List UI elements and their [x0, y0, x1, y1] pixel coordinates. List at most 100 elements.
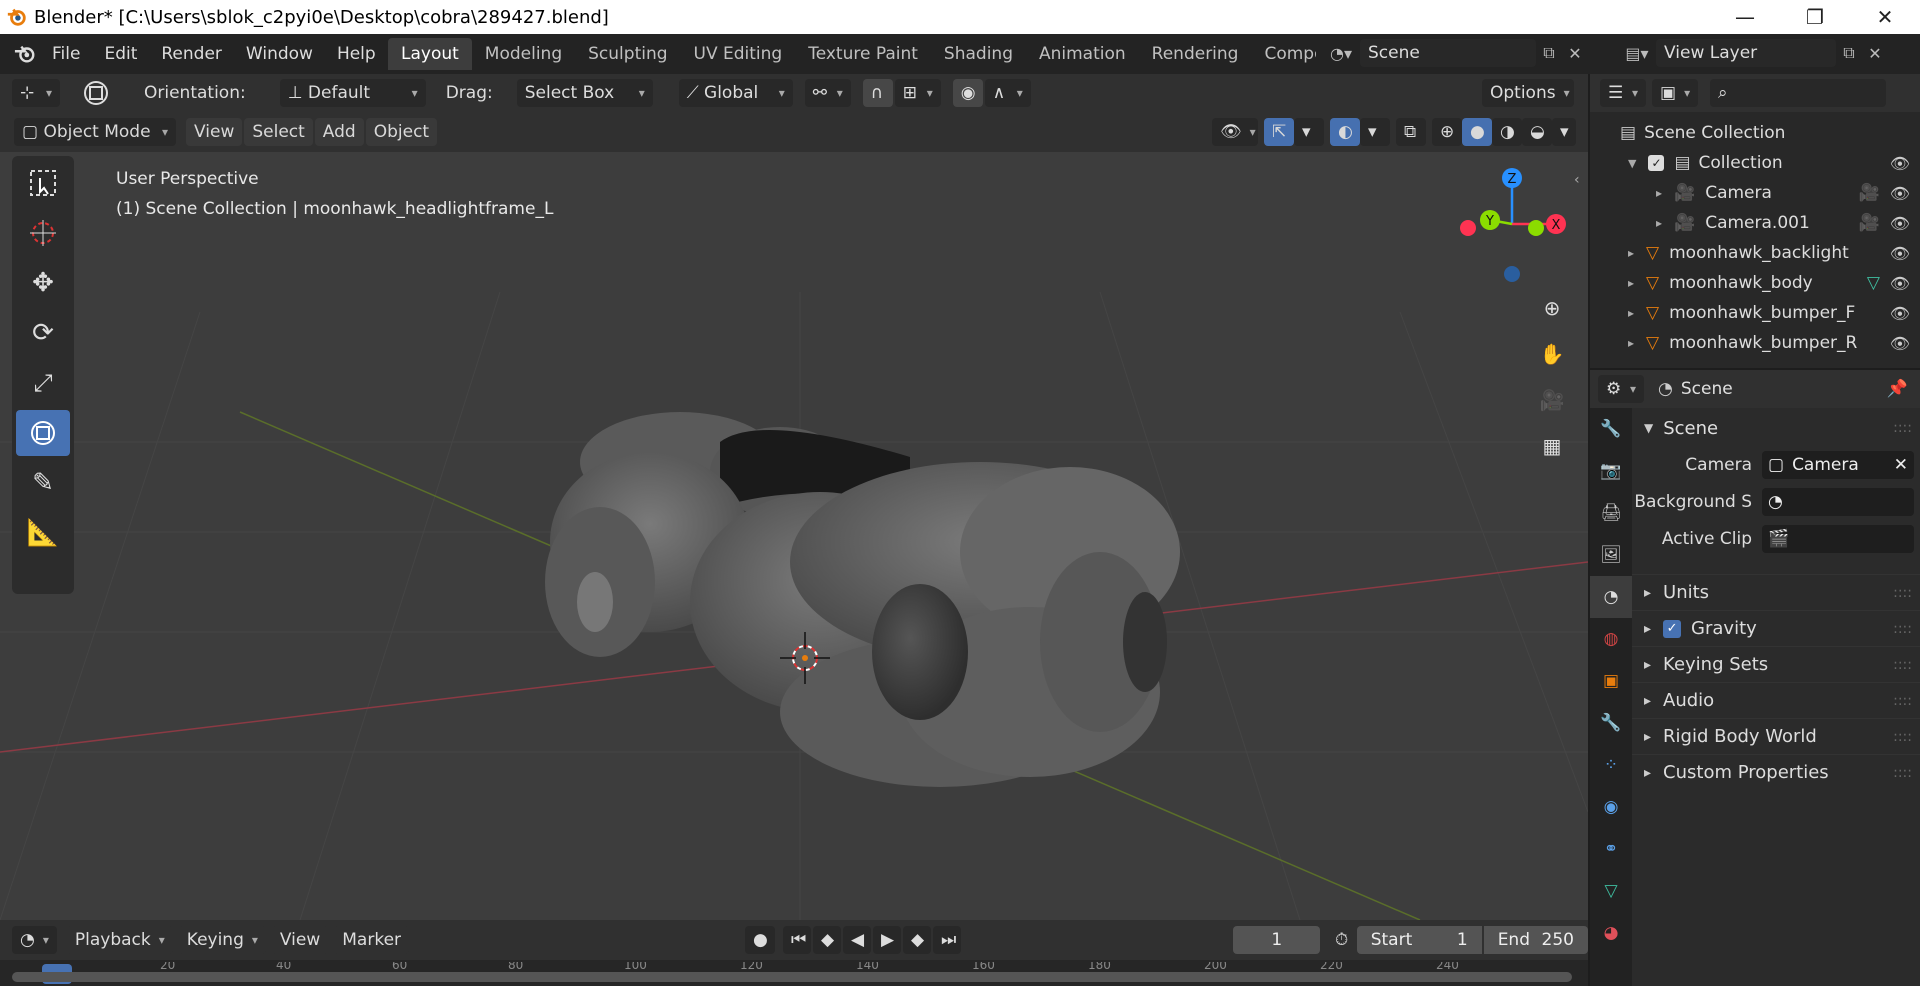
panel-drag-handle-icon[interactable]: :::: [1893, 729, 1912, 745]
gravity-checkbox[interactable]: ✓ [1663, 619, 1682, 638]
shading-dropdown-icon[interactable]: ▾ [1552, 118, 1576, 146]
tab-render-icon[interactable]: 📷 [1590, 450, 1632, 492]
orientation-dropdown[interactable]: ⊥ Default ▾ [279, 79, 426, 107]
annotate-tool-icon[interactable]: ✎ [16, 460, 70, 506]
menu-playback[interactable]: Playback ▾ [66, 926, 173, 954]
play-button[interactable]: ▶ [873, 926, 902, 954]
timeline-scrollbar[interactable] [12, 972, 1572, 982]
outliner-row-item[interactable]: ▸ ▽ moonhawk_backlight 👁 [1590, 238, 1920, 268]
visibility-eye-icon[interactable]: 👁 [1890, 184, 1910, 203]
scene-name-field[interactable]: Scene [1360, 39, 1536, 67]
expand-item-icon[interactable]: ▸ [1656, 186, 1662, 200]
mode-dropdown[interactable]: ▢ Object Mode ▾ [14, 118, 176, 146]
zoom-icon[interactable]: ⊕ [1534, 290, 1570, 326]
camera-data-icon[interactable]: 🎥 [1859, 183, 1880, 203]
3d-viewport[interactable]: ▢ Object Mode ▾ View Select Add Object 👁 ▾… [0, 112, 1588, 920]
tab-animation[interactable]: Animation [1026, 38, 1139, 70]
delete-scene-icon[interactable]: ✕ [1562, 40, 1588, 66]
scene-icon[interactable]: ◔▾ [1328, 40, 1354, 66]
navigation-gizmo[interactable]: Z X Y [1456, 164, 1576, 294]
tab-physics-icon[interactable]: ◉ [1590, 786, 1632, 828]
visibility-eye-icon[interactable]: 👁 [1890, 274, 1910, 293]
gizmo-toggle-icon[interactable]: ⇱ [1264, 118, 1294, 146]
outliner-search-input[interactable]: ⌕ [1710, 79, 1886, 107]
panel-drag-handle-icon[interactable]: :::: [1893, 657, 1912, 673]
properties-editor-icon[interactable]: ⚙ ▾ [1598, 375, 1644, 403]
sidebar-collapse-icon[interactable]: ‹ [1574, 172, 1580, 188]
falloff-icon[interactable]: ∧ ▾ [984, 79, 1031, 107]
proportional-edit-icon[interactable]: ◉ [952, 79, 983, 107]
rendered-shading-icon[interactable]: ◒ [1522, 118, 1552, 146]
end-frame-field[interactable]: End 250 [1483, 926, 1588, 954]
visibility-eye-icon[interactable]: 👁 [1890, 334, 1910, 353]
editor-type-icon[interactable]: ⊹ ▾ [12, 79, 60, 107]
record-button[interactable]: ● [745, 926, 776, 954]
collection-checkbox[interactable]: ✓ [1648, 155, 1665, 171]
tab-material-icon[interactable]: ◕ [1590, 912, 1632, 954]
subpanel-gravity[interactable]: ▸ ✓ Gravity:::: [1632, 610, 1920, 646]
new-view-layer-icon[interactable]: ⧉ [1836, 40, 1862, 66]
start-frame-field[interactable]: Start 1 [1356, 926, 1482, 954]
stopwatch-icon[interactable]: ⏱ [1330, 930, 1352, 950]
snap-target-icon[interactable]: ⊞ ▾ [894, 79, 941, 107]
tab-compositing[interactable]: Compos [1251, 38, 1316, 70]
view-layer-field[interactable]: View Layer [1656, 39, 1836, 67]
scene-panel-header[interactable]: ▼ Scene :::: [1632, 410, 1920, 446]
close-button[interactable]: ✕ [1850, 0, 1920, 34]
outliner-row-collection[interactable]: ▼ ✓ ▤ Collection 👁 [1590, 148, 1920, 178]
menu-render[interactable]: Render [149, 34, 234, 74]
tab-shading[interactable]: Shading [931, 38, 1026, 70]
tab-texture-paint[interactable]: Texture Paint [795, 38, 931, 70]
menu-keying[interactable]: Keying ▾ [178, 926, 266, 954]
outliner-row-scene-collection[interactable]: ▤ Scene Collection [1590, 118, 1920, 148]
jump-end-button[interactable]: ⏭ [933, 926, 962, 954]
select-box-tool-icon[interactable] [16, 160, 70, 206]
tab-scene-icon[interactable]: ◔ [1590, 576, 1632, 618]
tab-world-icon[interactable]: ◍ [1590, 618, 1632, 660]
scale-tool-icon[interactable]: ⤢ [16, 360, 70, 406]
tab-modeling[interactable]: Modeling [472, 38, 575, 70]
drag-dropdown[interactable]: Select Box ▾ [516, 79, 653, 107]
subpanel-units[interactable]: ▸ Units:::: [1632, 574, 1920, 610]
pan-hand-icon[interactable]: ✋ [1534, 336, 1570, 372]
wireframe-shading-icon[interactable]: ⊕ [1432, 118, 1462, 146]
camera-field[interactable]: ▢ Camera ✕ [1762, 450, 1914, 479]
timeline-ruler[interactable]: 20 40 60 80 100 120 140 160 180 200 220 240 [0, 960, 1588, 986]
transform-tool-icon[interactable] [16, 410, 70, 456]
current-frame-field[interactable]: 1 [1233, 926, 1321, 954]
panel-drag-handle-icon[interactable]: :::: [1893, 585, 1912, 601]
menu-edit[interactable]: Edit [92, 34, 149, 74]
visibility-eye-icon[interactable]: 👁 [1890, 214, 1910, 233]
menu-add[interactable]: Add [314, 118, 364, 146]
gizmo-neg-x-icon[interactable] [1460, 220, 1476, 236]
xray-toggle-icon[interactable]: ⧉ [1396, 118, 1426, 146]
tab-layout[interactable]: Layout [388, 38, 472, 70]
tab-particles-icon[interactable]: ⁘ [1590, 744, 1632, 786]
overlay-dropdown-icon[interactable]: ▾ [1360, 118, 1390, 146]
view-layer-selector[interactable]: ▤▾ View Layer ⧉ ✕ [1624, 38, 1914, 68]
menu-view[interactable]: View [186, 118, 243, 146]
solid-shading-icon[interactable]: ● [1462, 118, 1492, 146]
blender-menu-icon[interactable] [10, 34, 40, 74]
outliner-row-item[interactable]: ▸ ▽ moonhawk_bumper_R 👁 [1590, 328, 1920, 358]
visibility-eye-icon[interactable]: 👁 [1890, 304, 1910, 323]
scene-selector[interactable]: ◔▾ Scene ⧉ ✕ [1328, 38, 1592, 68]
tab-data-icon[interactable]: ▽ [1590, 870, 1632, 912]
play-reverse-button[interactable]: ◀ [843, 926, 872, 954]
minimize-button[interactable]: — [1710, 0, 1780, 34]
gizmo-neg-y-icon[interactable] [1528, 220, 1544, 236]
snap-toggle-icon[interactable]: ∩ [862, 79, 893, 107]
restore-button[interactable]: ❐ [1780, 0, 1850, 34]
expand-item-icon[interactable]: ▸ [1628, 306, 1634, 320]
subpanel-audio[interactable]: ▸ Audio:::: [1632, 682, 1920, 718]
rotate-tool-icon[interactable]: ⟳ [16, 310, 70, 356]
collection-eye-icon[interactable]: 👁 [1890, 154, 1910, 173]
menu-select[interactable]: Select [244, 118, 313, 146]
visibility-eye-icon[interactable]: 👁 [1890, 244, 1910, 263]
panel-drag-handle-icon[interactable]: :::: [1893, 765, 1912, 781]
jump-start-button[interactable]: ⏮ [783, 926, 812, 954]
menu-file[interactable]: File [40, 34, 92, 74]
subpanel-custom-properties[interactable]: ▸ Custom Properties:::: [1632, 754, 1920, 790]
tab-sculpting[interactable]: Sculpting [575, 38, 680, 70]
menu-timeline-view[interactable]: View [271, 926, 329, 954]
